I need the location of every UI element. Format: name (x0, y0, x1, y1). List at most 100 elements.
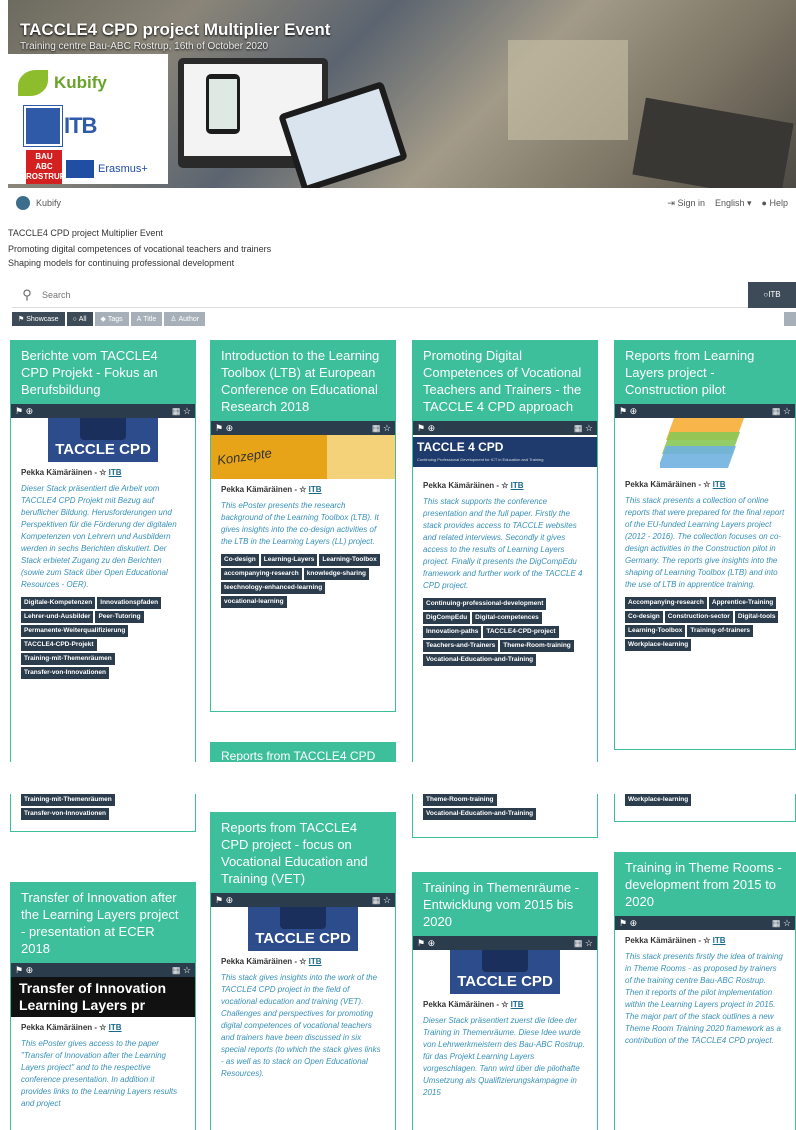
pin-icon[interactable]: ⚑ (417, 423, 425, 433)
author-org-link[interactable]: ITB (713, 936, 726, 945)
tag-chip[interactable]: Accompanying-research (625, 597, 707, 609)
author-org-link[interactable]: ITB (309, 957, 322, 966)
search-input[interactable] (42, 289, 748, 300)
pin-icon[interactable]: ⚑ (619, 406, 627, 416)
tag-chip[interactable]: vocational-learning (221, 596, 287, 608)
qr-icon[interactable]: ▦ (172, 406, 181, 416)
tag-chip[interactable]: Peer-Tutoring (95, 611, 144, 623)
card-title[interactable]: Training in Themenräume - Entwicklung vo… (413, 873, 597, 936)
pin-icon[interactable]: ⚑ (215, 895, 223, 905)
card-title[interactable]: Reports from Learning Layers project - C… (615, 341, 795, 404)
tag-chip[interactable]: Co-design (625, 611, 663, 623)
pin-icon[interactable]: ⚑ (619, 918, 627, 928)
tag-chip[interactable]: Innovationspfaden (97, 597, 162, 609)
star-icon[interactable]: ☆ (383, 895, 391, 905)
tag-chip[interactable]: teechnology-enhanced-learning (221, 582, 326, 594)
pin-icon[interactable]: ⚑ (215, 423, 223, 433)
author-org-link[interactable]: ITB (109, 1023, 122, 1032)
tag-chip[interactable]: TACCLE4-CPD-project (483, 626, 559, 638)
qr-icon[interactable]: ▦ (172, 965, 181, 975)
stack-card[interactable]: Training in Themenräume - Entwicklung vo… (412, 872, 598, 1130)
stack-card[interactable]: Promoting Digital Competences of Vocatio… (412, 340, 598, 770)
author-org-link[interactable]: ITB (109, 468, 122, 477)
itb-filter-button[interactable]: ○ ITB (748, 281, 796, 308)
tag-chip[interactable]: accompanying-research (221, 568, 302, 580)
author-org-link[interactable]: ITB (309, 485, 322, 494)
pin-icon[interactable]: ⚑ (15, 965, 23, 975)
tag-chip[interactable]: Digital-tools (734, 611, 779, 623)
tag-chip[interactable]: Learning-Toolbox (319, 554, 380, 566)
card-description: This stack gives insights into the work … (221, 973, 381, 1078)
tag-chip[interactable]: Theme-Room-training (500, 640, 574, 652)
qr-icon[interactable]: ▦ (574, 423, 583, 433)
stack-card[interactable]: Training in Theme Rooms - development fr… (614, 852, 796, 1130)
tag-chip[interactable]: Digitale-Kompetenzen (21, 597, 96, 609)
kubify-logo: Kubify (18, 70, 107, 96)
star-icon[interactable]: ☆ (183, 406, 191, 416)
tag-chip[interactable]: Lehrer-und-Ausbilder (21, 611, 94, 623)
language-select[interactable]: English ▾ (715, 198, 752, 209)
tag-chip[interactable]: Innovation-paths (423, 626, 482, 638)
qr-icon[interactable]: ▦ (372, 423, 381, 433)
filter-all[interactable]: ○ All (66, 312, 93, 326)
tag-chip[interactable]: Continuing-professional-development (423, 598, 547, 610)
card-title[interactable]: Transfer of Innovation after the Learnin… (11, 883, 195, 963)
star-icon[interactable]: ☆ (183, 965, 191, 975)
card-title[interactable]: Training in Theme Rooms - development fr… (615, 853, 795, 916)
star-icon[interactable]: ☆ (783, 406, 791, 416)
tag-chip[interactable]: Transfer-von-Innovationen (21, 667, 109, 679)
stack-card[interactable]: Berichte vom TACCLE4 CPD Projekt - Fokus… (10, 340, 196, 770)
tag-chip[interactable]: Construction-sector (664, 611, 733, 623)
tag-chip[interactable]: Workplace-learning (625, 639, 692, 651)
qr-icon[interactable]: ▦ (772, 918, 781, 928)
banner-subtitle: Training centre Bau-ABC Rostrup, 16th of… (20, 41, 269, 52)
stack-card[interactable]: Introduction to the Learning Toolbox (LT… (210, 340, 396, 712)
stack-card[interactable]: Transfer of Innovation after the Learnin… (10, 882, 196, 1130)
card-title[interactable]: Reports from TACCLE4 CPD project - focus… (211, 813, 395, 893)
tag-chip[interactable]: Permanente-Weiterqualifizierung (21, 625, 129, 637)
star-icon[interactable]: ☆ (585, 938, 593, 948)
qr-icon[interactable]: ▦ (772, 406, 781, 416)
tag-chip[interactable]: Training-of-trainers (687, 625, 753, 637)
tag-chip[interactable]: Digital-competences (472, 612, 542, 624)
tag-chip[interactable]: Learning-Toolbox (625, 625, 686, 637)
globe-icon: ⊕ (225, 422, 234, 433)
star-icon[interactable]: ☆ (585, 423, 593, 433)
author-org-link[interactable]: ITB (511, 1000, 524, 1009)
card-author: Pekka Kämäräinen - ☆ ITB (221, 957, 322, 966)
page-description-3: Shaping models for continuing profession… (8, 258, 235, 268)
filter-tags[interactable]: ◆ Tags (94, 312, 129, 326)
star-icon[interactable]: ☆ (383, 423, 391, 433)
help-link[interactable]: ● Help (762, 198, 788, 209)
nav-brand[interactable]: Kubify (16, 196, 61, 210)
tag-chip[interactable]: Co-design (221, 554, 259, 566)
tag-chip[interactable]: Learning-Layers (260, 554, 318, 566)
tag-chip[interactable]: DigCompEdu (423, 612, 471, 624)
view-toggle[interactable] (784, 312, 796, 326)
signin-link[interactable]: ⇥ Sign in (667, 198, 705, 209)
qr-icon[interactable]: ▦ (372, 895, 381, 905)
card-3-remainder: Theme-Room-training Vocational-Education… (412, 794, 598, 838)
card-title[interactable]: Promoting Digital Competences of Vocatio… (413, 341, 597, 421)
filter-author[interactable]: ♙ Author (164, 312, 206, 326)
qr-icon[interactable]: ▦ (574, 938, 583, 948)
pin-icon[interactable]: ⚑ (15, 406, 23, 416)
author-org-link[interactable]: ITB (713, 480, 726, 489)
filter-title[interactable]: A Title (130, 312, 163, 326)
card-title[interactable]: Berichte vom TACCLE4 CPD Projekt - Fokus… (11, 341, 195, 404)
pin-icon[interactable]: ⚑ (417, 938, 425, 948)
tag-chip[interactable]: Teachers-and-Trainers (423, 640, 499, 652)
star-icon[interactable]: ☆ (783, 918, 791, 928)
tag-chip[interactable]: Vocational-Education-and-Training (423, 654, 537, 666)
stack-card[interactable]: Reports from Learning Layers project - C… (614, 340, 796, 750)
stack-card[interactable]: Reports from TACCLE4 CPD project - focus… (210, 812, 396, 1130)
filter-showcase[interactable]: ⚑ Showcase (12, 312, 65, 326)
author-org-link[interactable]: ITB (511, 481, 524, 490)
card-description: This stack supports the conference prese… (423, 497, 583, 590)
tag-chip[interactable]: Training-mit-Themenräumen (21, 653, 115, 665)
peek-card[interactable]: Reports from TACCLE4 CPD (210, 742, 396, 762)
card-title[interactable]: Introduction to the Learning Toolbox (LT… (211, 341, 395, 421)
tag-chip[interactable]: knowledge-sharing (303, 568, 370, 580)
tag-chip[interactable]: TACCLE4-CPD-Projekt (21, 639, 97, 651)
tag-chip[interactable]: Apprentice-Training (708, 597, 777, 609)
